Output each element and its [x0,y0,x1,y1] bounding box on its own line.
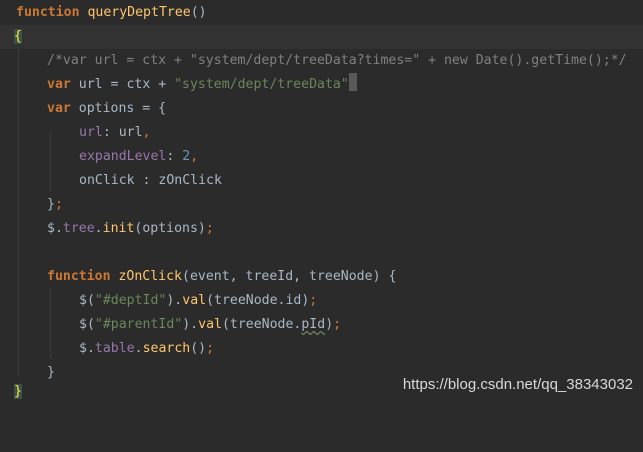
arguments: (options) [134,221,206,236]
code-line: var options = { [0,97,643,121]
text-cursor [348,73,357,91]
arguments: (treeNode.id) [206,293,310,308]
dot: . [86,341,95,356]
code-line: var url = ctx + "system/dept/treeData" [0,73,643,97]
property: table [94,341,135,356]
typo-highlight: pId [301,317,326,332]
code-line: }; [0,193,643,217]
code-line-current: { [0,25,643,49]
identifier: $ [47,221,55,236]
property: url [79,125,103,140]
property: tree [62,221,95,236]
code-line: $("#parentId").val(treeNode.pId); [0,313,643,337]
code-line: $.table.search(); [0,337,643,361]
arguments: ) [325,317,334,332]
code-line: function zOnClick(event, treeId, treeNod… [0,265,643,289]
semicolon: ; [333,317,342,332]
method-call: search [142,341,191,356]
identifier: $ [79,341,87,356]
comma: , [142,125,151,140]
code-line: onClick : zOnClick [0,169,643,193]
dot: ). [166,293,183,308]
method-call: val [198,317,222,332]
semicolon: ; [205,221,214,236]
keyword-function: function [16,5,80,20]
semicolon: ; [206,341,215,356]
code-line: expandLevel: 2, [0,145,643,169]
keyword-function: function [47,269,111,284]
identifier: url [118,125,143,140]
function-name: queryDeptTree [87,5,191,20]
colon: : [166,149,183,164]
keyword-var: var [47,101,71,116]
property: expandLevel [79,149,167,164]
keyword-var: var [47,77,71,92]
number-literal: 2 [182,149,191,164]
dot: . [134,341,143,356]
method-call: val [182,293,207,308]
arguments: (treeNode. [221,317,302,332]
code-line: function queryDeptTree() [0,1,643,25]
colon: : [102,125,119,140]
matched-brace: } [14,384,22,399]
comma: , [190,149,199,164]
jquery-call: $( [79,293,95,308]
identifier: ctx [126,77,151,92]
code-line: $("#deptId").val(treeNode.id); [0,289,643,313]
method-call: init [102,221,135,236]
operator: = [102,77,127,92]
watermark: https://blog.csdn.net/qq_38343032 [402,376,633,393]
semicolon: ; [54,197,63,212]
parens: () [190,5,207,20]
function-name: zOnClick [118,269,183,284]
code-line: /*var url = ctx + "system/dept/treeData?… [0,49,643,73]
string-literal: "system/dept/treeData" [174,77,349,92]
code-line: $.tree.init(options); [0,217,643,241]
semicolon: ; [309,293,318,308]
property-onclick: onClick : zOnClick [79,173,222,188]
object-open: = { [134,101,167,116]
code-line: url: url, [0,121,643,145]
identifier: options [78,101,135,116]
parameters: (event, treeId, treeNode) { [182,269,397,284]
arguments: () [190,341,207,356]
dot: ). [182,317,199,332]
operator: + [150,77,175,92]
dot: . [54,221,63,236]
dot: . [94,221,103,236]
identifier: url [78,77,103,92]
comment: /*var url = ctx + "system/dept/treeData?… [47,53,627,68]
code-editor[interactable]: function queryDeptTree() { /*var url = c… [0,0,643,407]
string-literal: "#deptId" [94,293,167,308]
string-literal: "#parentId" [94,317,183,332]
jquery-call: $( [79,317,95,332]
close-brace: } [47,197,55,212]
matched-brace: { [14,29,22,44]
